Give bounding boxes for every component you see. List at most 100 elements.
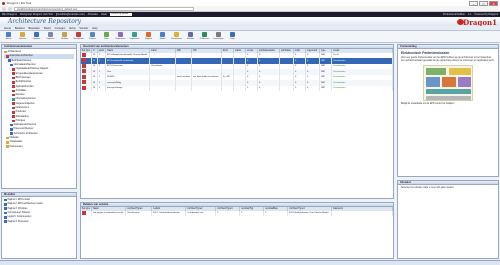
menu-item[interactable]: Help bbox=[92, 27, 97, 30]
tree-item[interactable]: Documenten bbox=[4, 145, 74, 149]
tree-item-label: Infrastructuur bbox=[15, 107, 30, 109]
table-cell: 1 bbox=[239, 210, 265, 217]
appbar-item[interactable]: Werkgroep Dragon1 | EA Tool bbox=[20, 13, 53, 16]
toolbar-button[interactable]: Instellingen bbox=[213, 32, 224, 41]
appbar-item[interactable]: Mijn Dragon1 bbox=[2, 13, 17, 16]
cell-value: 0 bbox=[307, 59, 309, 62]
folder-icon bbox=[6, 136, 9, 140]
cell-value: 1 bbox=[98, 87, 100, 90]
toolbar-button-label: Exporteren bbox=[115, 37, 126, 40]
url-input[interactable]: localhost/dragon1/architectuurrepository… bbox=[14, 6, 194, 11]
architecture-diagram-thumbnail[interactable] bbox=[423, 65, 473, 101]
elements-table: Sel.type Jr. perid. Naam Label Mfb ND Eind statu… bbox=[81, 49, 393, 92]
menu-item[interactable]: Beeld bbox=[44, 27, 51, 30]
table-row[interactable]: 15 1 principeskaartje 0 0 0 0 PAT Visualization bbox=[81, 85, 393, 92]
appbar-search-input[interactable]: Zoeken op gebied bbox=[109, 12, 132, 17]
cell-value: 0 bbox=[247, 81, 249, 84]
cell-value: Visualization bbox=[333, 59, 346, 62]
cell-value: 0 bbox=[295, 54, 297, 57]
menu-item[interactable]: Venster bbox=[79, 27, 88, 30]
cell-value: 0 bbox=[259, 76, 261, 79]
cell-value: om deze folder te beheren bbox=[193, 76, 219, 79]
menu-item[interactable]: Extra bbox=[69, 27, 75, 30]
cell-value: principeskaartje bbox=[107, 87, 123, 90]
menu-item[interactable]: Invoegen bbox=[55, 27, 66, 30]
toolbar-button-label: Rapport bbox=[144, 37, 153, 40]
table-cell: PAT bbox=[319, 85, 333, 92]
forward-icon[interactable] bbox=[8, 6, 12, 11]
toolbar-button[interactable]: Plakken bbox=[59, 32, 70, 41]
toolbar-button[interactable]: Rapport bbox=[143, 32, 154, 41]
toolbar-button[interactable]: Relaties bbox=[185, 32, 196, 41]
cell-value: 15 bbox=[92, 70, 96, 73]
table-cell: Visualisation bbox=[125, 210, 153, 217]
table-row[interactable]: Dat pagina is onderdeel van dit... Visual… bbox=[81, 210, 393, 217]
toolbar-button[interactable]: Filter bbox=[101, 32, 112, 41]
toolbar-button[interactable]: Opslaan bbox=[31, 32, 42, 41]
table-cell: 1 bbox=[263, 210, 289, 217]
toolbar-button-label: Openen bbox=[18, 37, 27, 40]
minimize-button[interactable]: – bbox=[469, 0, 478, 6]
tree-item-label: Architecturen bbox=[7, 51, 22, 54]
table-cell: 1 bbox=[97, 85, 107, 92]
toolbar-button[interactable]: Publiceren bbox=[199, 32, 210, 41]
folder-icon bbox=[12, 89, 15, 93]
toolbar-button[interactable]: Kopieren bbox=[45, 32, 56, 41]
powered-label: Powered by Dragon1 bbox=[474, 13, 499, 16]
folder-icon bbox=[12, 93, 15, 97]
cell-value: 0 bbox=[307, 70, 309, 73]
menu-item[interactable]: Bestand bbox=[15, 27, 25, 30]
toolbar-button[interactable]: Exporteren bbox=[115, 32, 126, 41]
cell-value: 0 bbox=[295, 87, 297, 90]
cell-value: 0 bbox=[259, 54, 261, 57]
back-icon[interactable] bbox=[2, 6, 6, 11]
cell-value: 0 bbox=[307, 54, 309, 57]
cell-value: Visualisation bbox=[127, 212, 140, 215]
tree-item-label: Organisatiearchitectuur dragon1 bbox=[15, 68, 49, 71]
table-cell bbox=[221, 85, 235, 92]
toolbar-button-label: Plakken bbox=[60, 37, 69, 40]
cell-value: 1 bbox=[98, 70, 100, 73]
table-cell: Visualization bbox=[331, 85, 393, 92]
menu-item[interactable]: Home bbox=[4, 27, 11, 30]
toolbar-button[interactable]: Nieuw bbox=[3, 32, 14, 41]
toolbar-button-label: Publiceren bbox=[199, 37, 210, 40]
toolbar-button[interactable]: Openen bbox=[17, 32, 28, 41]
table-cell: 0 bbox=[257, 85, 281, 92]
elements-tree: Architecturen Enterprise Architectuur Bedr… bbox=[2, 49, 76, 150]
element-type-icon bbox=[81, 69, 86, 74]
toolbar-button[interactable]: Zoeken bbox=[87, 32, 98, 41]
maximize-button[interactable]: □ bbox=[479, 0, 488, 6]
table-cell bbox=[331, 210, 393, 217]
folder-icon bbox=[12, 115, 15, 118]
tree-item-label: Bedrijfsarchitectuur bbox=[11, 59, 32, 62]
cell-value: Visualization bbox=[333, 81, 346, 84]
toolbar-button[interactable]: Verwijderen bbox=[73, 32, 84, 41]
logout-link[interactable]: Afmelden bbox=[88, 13, 99, 16]
table-cell: 0 bbox=[245, 85, 259, 92]
table-cell bbox=[149, 85, 177, 92]
status-bar bbox=[0, 260, 500, 265]
toolbar-button-label: Importeren bbox=[129, 37, 140, 40]
cell-value: 0 bbox=[307, 81, 309, 84]
toolbar-button[interactable]: Visualiseren bbox=[171, 32, 182, 41]
cell-value: 15 bbox=[92, 54, 96, 57]
toolbar-icon bbox=[174, 32, 179, 37]
folder-icon bbox=[4, 50, 7, 54]
folder-icon bbox=[10, 128, 13, 131]
cell-value: 0 bbox=[259, 70, 261, 73]
folder-icon bbox=[12, 80, 15, 84]
table-cell bbox=[279, 85, 295, 92]
toolbar-button[interactable]: Model bbox=[157, 32, 168, 41]
toolbar-button[interactable]: Importeren bbox=[129, 32, 140, 41]
cell-value: 0 bbox=[259, 65, 261, 68]
cell-value: concepts/Ridg bbox=[107, 81, 121, 84]
tree-item-label: EV-gerelateerdeelementen bbox=[15, 72, 43, 75]
cell-value: 1 bbox=[98, 59, 100, 62]
toolbar-button[interactable]: Help bbox=[227, 32, 238, 41]
cell-value: 0 bbox=[259, 59, 261, 62]
model-item-label: Logisch: Componenten bbox=[7, 216, 32, 219]
model-item[interactable]: Pagina 4: Processen bbox=[4, 219, 74, 223]
menu-item[interactable]: Bewerken bbox=[28, 27, 40, 30]
close-button[interactable]: ✕ bbox=[489, 0, 498, 6]
